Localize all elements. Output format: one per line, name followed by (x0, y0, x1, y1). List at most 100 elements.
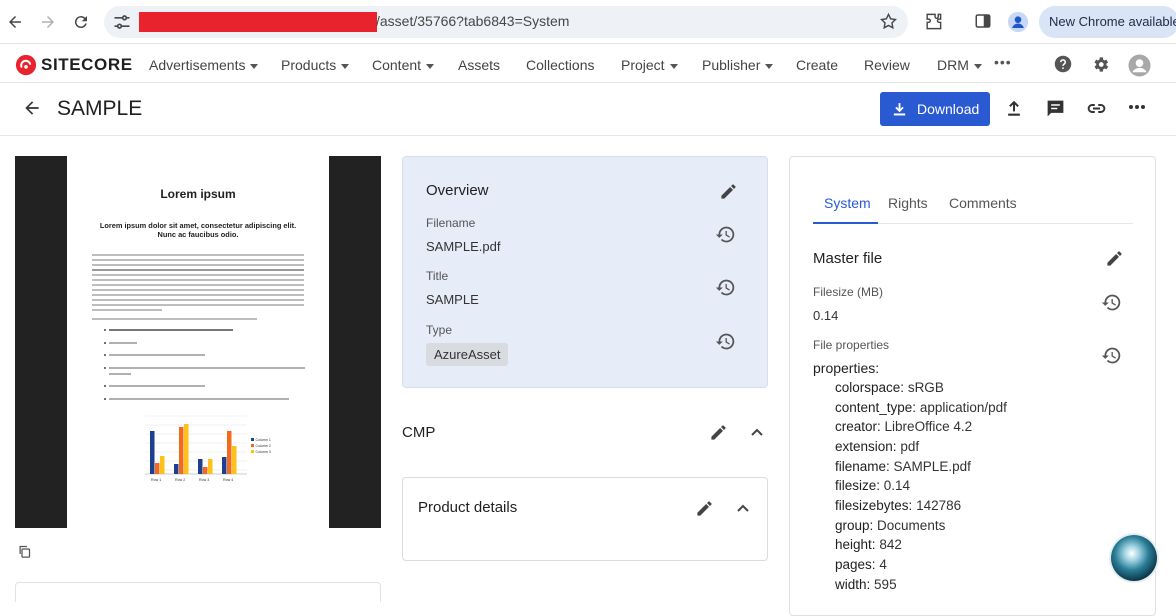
assistant-orb-button[interactable] (1111, 535, 1157, 581)
nav-create[interactable]: Create (796, 57, 838, 73)
property-value: 595 (874, 577, 897, 592)
property-row: extension: pdf (835, 439, 919, 454)
history-icon[interactable] (1101, 292, 1122, 313)
nav-more-button[interactable]: ••• (994, 54, 1012, 70)
download-button[interactable]: Download (880, 92, 990, 126)
nav-label: Advertisements (149, 57, 246, 73)
preview-legend-1: Column 1 (256, 438, 271, 442)
back-arrow-icon[interactable] (3, 10, 27, 34)
nav-advertisements[interactable]: Advertisements (149, 57, 259, 73)
upload-icon[interactable] (1004, 98, 1024, 118)
preview-text-line (92, 269, 304, 271)
preview-bullet (104, 354, 106, 356)
preview-bullet (104, 385, 106, 387)
property-key: width: (835, 577, 871, 592)
preview-text-line (92, 309, 162, 311)
preview-text-line (92, 318, 257, 320)
caret-down-icon (250, 63, 259, 69)
nav-collections[interactable]: Collections (526, 57, 594, 73)
logo-text: SITECORE (41, 55, 133, 74)
preview-bullet-text (109, 354, 205, 356)
preview-doc-title: Lorem ipsum (160, 187, 236, 201)
tab-comments[interactable]: Comments (949, 195, 1017, 211)
preview-text-line (92, 264, 304, 266)
preview-legend-2: Column 2 (256, 444, 271, 448)
property-value: LibreOffice 4.2 (884, 419, 973, 434)
back-arrow-icon[interactable] (22, 98, 42, 118)
profile-avatar-icon[interactable] (1007, 11, 1029, 33)
title-value: SAMPLE (426, 292, 479, 307)
property-value: 842 (879, 537, 902, 552)
edit-pencil-icon[interactable] (719, 182, 738, 201)
nav-assets[interactable]: Assets (458, 57, 500, 73)
system-panel: System Rights Comments Master file Files… (789, 156, 1156, 616)
preview-legend-3: Column 3 (256, 450, 271, 454)
reload-icon[interactable] (69, 10, 93, 34)
nav-products[interactable]: Products (281, 57, 350, 73)
more-horizontal-icon[interactable] (1128, 103, 1146, 111)
overview-card: Overview Filename SAMPLE.pdf Title SAMPL… (402, 156, 768, 388)
preview-bullet (104, 367, 106, 369)
preview-text-line (92, 279, 304, 281)
nav-project[interactable]: Project (621, 57, 678, 73)
site-settings-icon[interactable] (112, 12, 132, 32)
extensions-icon[interactable] (924, 12, 943, 31)
asset-titlebar: SAMPLE Download (0, 84, 1176, 136)
comment-icon[interactable] (1045, 98, 1066, 119)
bookmark-star-icon[interactable] (879, 12, 898, 31)
chevron-up-icon[interactable] (736, 502, 750, 514)
history-icon[interactable] (715, 224, 736, 245)
property-key: creator: (835, 419, 881, 434)
nav-label: Content (372, 57, 422, 73)
address-bar[interactable]: /asset/35766?tab6843=System (104, 6, 908, 38)
property-row: filename: SAMPLE.pdf (835, 459, 971, 474)
preview-axis-label: Row 4 (223, 478, 233, 482)
document-preview[interactable]: Lorem ipsum Lorem ipsum dolor sit amet, … (15, 156, 381, 528)
help-icon[interactable] (1054, 55, 1072, 73)
sitecore-logo[interactable]: SITECORE (15, 54, 133, 76)
preview-axis-label: Row 1 (151, 478, 161, 482)
tab-rights[interactable]: Rights (888, 195, 928, 211)
preview-bullet-text (109, 367, 305, 369)
property-row: filesize: 0.14 (835, 478, 910, 493)
nav-label: DRM (937, 57, 969, 73)
edit-pencil-icon[interactable] (1105, 249, 1124, 268)
property-row: colorspace: sRGB (835, 380, 944, 395)
title-label: Title (426, 269, 449, 283)
history-icon[interactable] (1101, 345, 1122, 366)
browser-toolbar: /asset/35766?tab6843=System New Chrome a… (0, 0, 1176, 44)
link-icon[interactable] (1086, 98, 1107, 119)
sitecore-logo-icon (15, 54, 37, 76)
preview-bullet-text (109, 329, 233, 331)
new-chrome-available-button[interactable]: New Chrome available (1039, 6, 1176, 38)
forward-arrow-icon[interactable] (36, 10, 60, 34)
filesize-value: 0.14 (813, 308, 839, 323)
type-label: Type (426, 323, 453, 337)
nav-content[interactable]: Content (372, 57, 435, 73)
property-value: application/pdf (919, 400, 1007, 415)
user-avatar-icon[interactable] (1128, 54, 1151, 77)
edit-pencil-icon[interactable] (709, 423, 728, 442)
nav-drm[interactable]: DRM (937, 57, 982, 73)
history-icon[interactable] (715, 331, 736, 352)
redacted-url (139, 12, 377, 32)
property-value: SAMPLE.pdf (893, 459, 971, 474)
type-chip: AzureAsset (426, 343, 509, 366)
property-row: height: 842 (835, 537, 902, 552)
settings-gear-icon[interactable] (1091, 55, 1110, 74)
chevron-up-icon[interactable] (750, 426, 764, 438)
active-tab-indicator (813, 222, 878, 224)
preview-bullet-text (109, 385, 205, 387)
nav-review[interactable]: Review (864, 57, 910, 73)
property-value: pdf (900, 439, 920, 454)
edit-pencil-icon[interactable] (695, 499, 714, 518)
history-icon[interactable] (715, 277, 736, 298)
download-icon (893, 102, 906, 115)
nav-publisher[interactable]: Publisher (702, 57, 774, 73)
preview-bullet-text (109, 373, 131, 375)
file-properties-label: File properties (813, 338, 890, 352)
filesize-label: Filesize (MB) (813, 285, 884, 299)
tab-system[interactable]: System (824, 195, 871, 211)
side-panel-icon[interactable] (974, 12, 992, 30)
copy-icon[interactable] (17, 544, 32, 559)
